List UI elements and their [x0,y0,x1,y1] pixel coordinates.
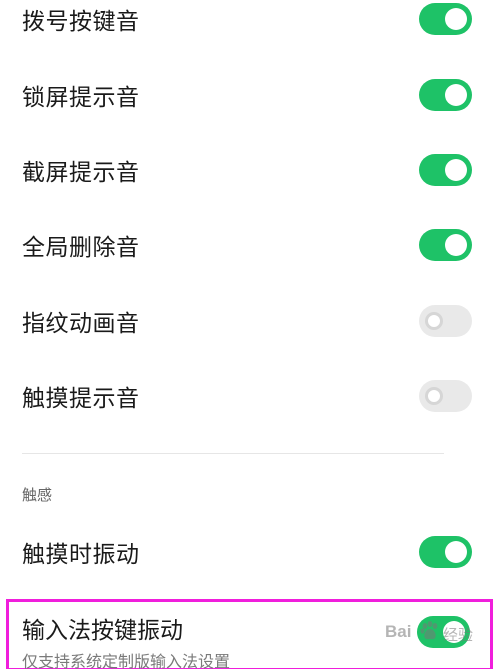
toggle-knob [445,158,467,181]
setting-row-dial-pad-tone[interactable]: 拨号按键音 [0,0,500,56]
setting-label: 触摸时振动 [22,541,140,568]
global-delete-sound-toggle[interactable] [419,228,472,261]
keyboard-vibration-toggle[interactable] [417,616,470,648]
setting-row-global-delete-sound[interactable]: 全局删除音 [0,207,500,282]
setting-row-screenshot-sound[interactable]: 截屏提示音 [0,132,500,207]
setting-label: 触摸提示音 [22,385,140,412]
setting-row-touch-vibration[interactable]: 触摸时振动 [0,514,500,589]
setting-row-fingerprint-animation-sound[interactable]: 指纹动画音 [0,283,500,358]
toggle-knob [425,386,443,405]
section-divider [22,453,444,454]
fingerprint-animation-sound-toggle[interactable] [419,304,472,337]
lock-screen-sound-toggle[interactable] [419,78,472,111]
touch-sound-toggle[interactable] [419,379,472,412]
toggle-knob [445,540,467,563]
setting-label: 指纹动画音 [22,310,140,337]
keyboard-vibration-description: 仅支持系统定制版输入法设置 [22,652,231,669]
haptics-section-title: 触感 [22,486,53,504]
setting-row-keyboard-vibration-highlighted[interactable]: 输入法按键振动 仅支持系统定制版输入法设置 [6,599,493,669]
setting-row-touch-sound[interactable]: 触摸提示音 [0,358,500,433]
dial-pad-tone-toggle[interactable] [419,2,472,35]
toggle-knob [445,7,467,30]
toggle-knob [425,311,443,330]
sound-haptics-settings-screen: 拨号按键音 锁屏提示音 截屏提示音 全局删除音 指纹动画音 触摸提示音 触感 触… [0,0,500,669]
keyboard-vibration-label: 输入法按键振动 [22,618,183,644]
setting-label: 全局删除音 [22,234,140,261]
toggle-knob [445,233,467,256]
screenshot-sound-toggle[interactable] [419,153,472,186]
setting-label: 截屏提示音 [22,159,140,186]
setting-label: 锁屏提示音 [22,84,140,111]
setting-label: 拨号按键音 [22,8,140,35]
touch-vibration-toggle[interactable] [419,535,472,568]
toggle-knob [443,621,465,643]
setting-row-lock-screen-sound[interactable]: 锁屏提示音 [0,57,500,132]
toggle-knob [445,83,467,106]
